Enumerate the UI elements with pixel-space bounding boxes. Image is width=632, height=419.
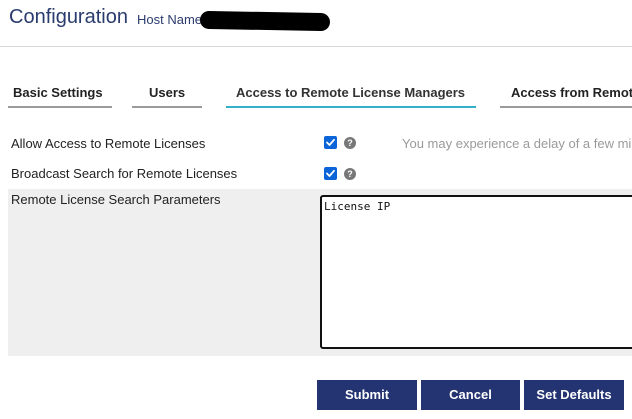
redacted-host-name (199, 10, 331, 32)
tab-label: Users (149, 85, 186, 100)
tab-basic-settings[interactable]: Basic Settings (8, 80, 112, 108)
page-title: Configuration (9, 6, 128, 28)
setting-row-search-parameters: Remote License Search Parameters License… (8, 189, 632, 356)
allow-access-label: Allow Access to Remote Licenses (11, 136, 206, 151)
search-parameters-label: Remote License Search Parameters (11, 192, 221, 207)
checkmark-icon (326, 169, 335, 177)
checkmark-icon (326, 138, 335, 146)
tab-label: Access to Remote License Managers (236, 85, 466, 100)
tab-bar: Basic Settings Users Access to Remote Li… (0, 80, 632, 108)
page-header: Configuration Host Name (0, 0, 632, 47)
tab-label: Access from Remot (511, 85, 632, 100)
cancel-button[interactable]: Cancel (421, 380, 520, 410)
host-name-label: Host Name (137, 12, 203, 27)
set-defaults-button[interactable]: Set Defaults (524, 380, 624, 410)
help-icon[interactable]: ? (344, 168, 356, 180)
broadcast-search-checkbox[interactable] (324, 167, 337, 180)
allow-access-checkbox[interactable] (324, 136, 337, 149)
tab-users[interactable]: Users (132, 80, 202, 108)
setting-row-allow-access: Allow Access to Remote Licenses ? You ma… (8, 134, 632, 154)
configuration-page: Configuration Host Name Basic Settings U… (0, 0, 632, 419)
tab-access-from-remote[interactable]: Access from Remot (500, 80, 632, 108)
tab-label: Basic Settings (13, 85, 103, 100)
broadcast-search-label: Broadcast Search for Remote Licenses (11, 166, 238, 181)
allow-access-hint: You may experience a delay of a few mi (402, 136, 632, 151)
setting-row-broadcast-search: Broadcast Search for Remote Licenses ? (8, 164, 632, 184)
help-icon[interactable]: ? (344, 137, 356, 149)
tab-access-to-remote-license-managers[interactable]: Access to Remote License Managers (226, 80, 476, 108)
submit-button[interactable]: Submit (317, 380, 417, 410)
search-parameters-textarea[interactable]: License IP (320, 195, 632, 349)
